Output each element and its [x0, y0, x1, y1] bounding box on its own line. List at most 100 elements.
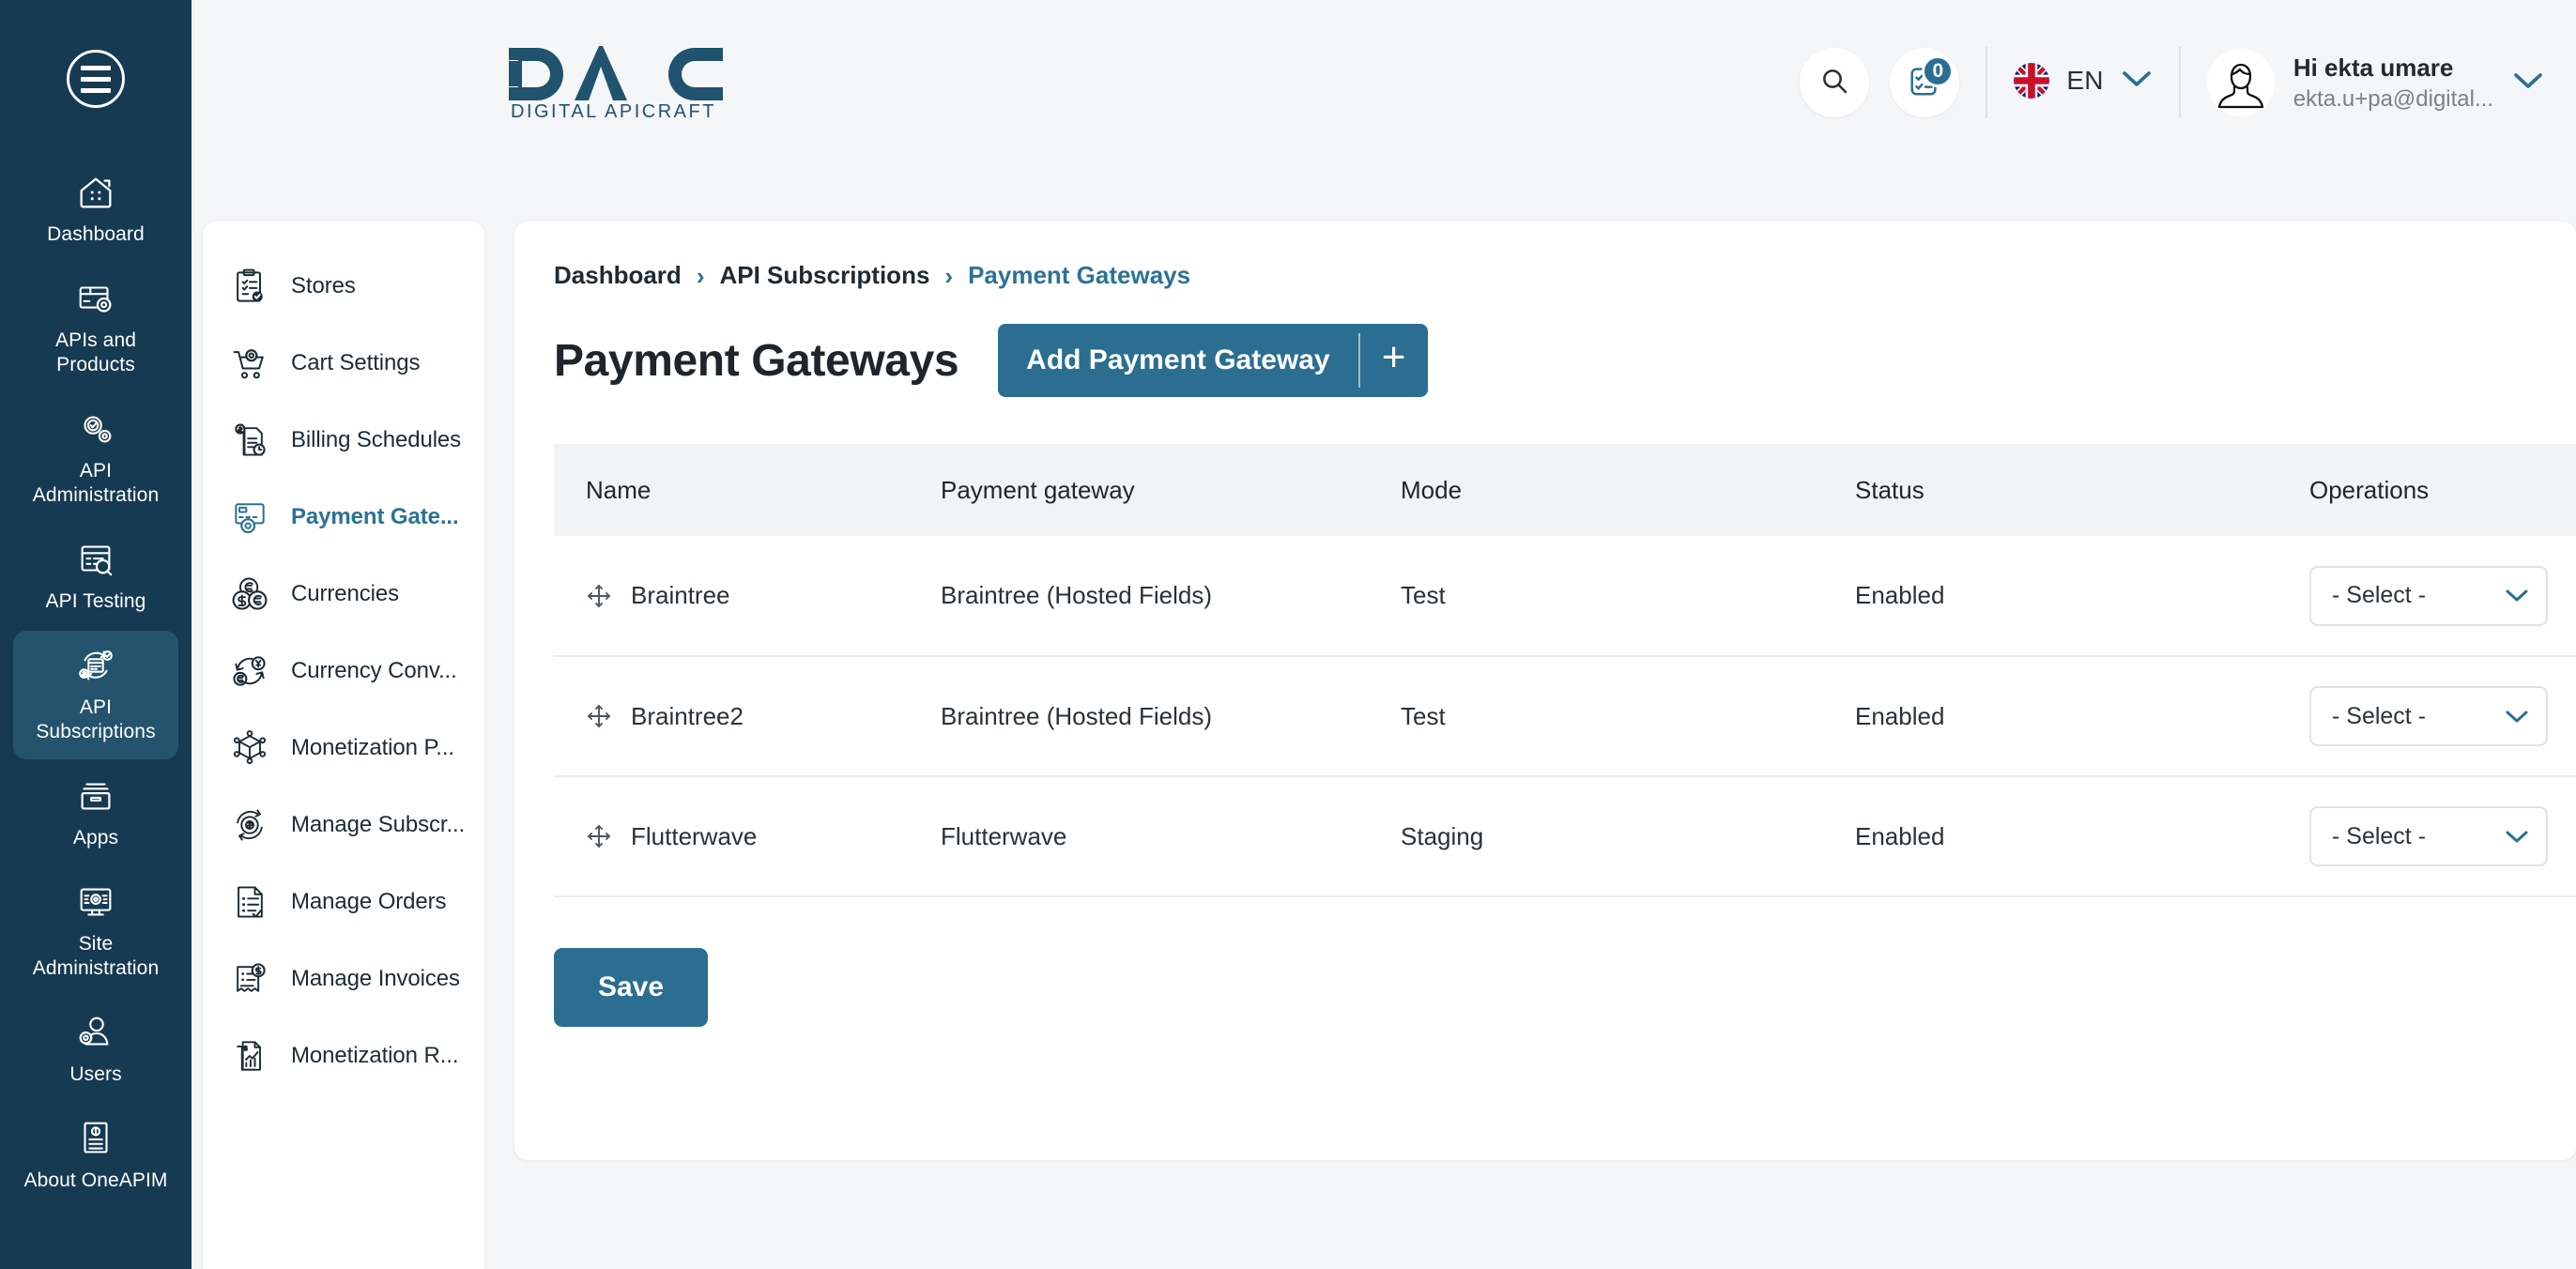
- sidebar-item-currencies[interactable]: Currencies: [203, 556, 484, 633]
- sidebar-item-label: APIs and Products: [54, 329, 137, 375]
- hamburger-bar: [81, 76, 111, 82]
- api-subscriptions-icon: [74, 644, 117, 687]
- breadcrumb: Dashboard › API Subscriptions › Payment …: [554, 261, 2576, 290]
- header-actions: 0 EN Hi ekta umare ekta.u+pa@digital...: [1800, 47, 2544, 118]
- sidebar-item-cart-settings[interactable]: Cart Settings: [203, 325, 484, 402]
- sidebar-item-about-oneapim[interactable]: About OneAPIM: [13, 1104, 178, 1208]
- stores-icon: [229, 266, 270, 307]
- manage-subscriptions-icon: [229, 804, 270, 846]
- header-divider-1: [1986, 47, 1988, 118]
- sidebar-item-label: About OneAPIM: [23, 1170, 168, 1191]
- operations-select-value: - Select -: [2332, 822, 2427, 849]
- breadcrumb-item-api-subscriptions[interactable]: API Subscriptions: [719, 261, 929, 290]
- cell-name: Flutterwave: [554, 776, 941, 897]
- sidebar-item-label: Stores: [291, 273, 356, 298]
- sidebar-item-billing-schedules[interactable]: Billing Schedules: [203, 402, 484, 479]
- cell-operations: - Select -: [2309, 776, 2576, 897]
- sidebar-item-manage-orders[interactable]: Manage Orders: [203, 864, 484, 940]
- secondary-sidebar-wrap: Stores Cart Settings Billing Schedules P…: [192, 0, 484, 1269]
- manage-orders-icon: [229, 881, 270, 923]
- operations-select[interactable]: - Select -: [2309, 565, 2548, 626]
- sidebar-item-api-administration[interactable]: API Administration: [13, 394, 178, 523]
- api-testing-icon: [74, 538, 117, 581]
- site-administration-icon: [74, 880, 117, 924]
- add-payment-gateway-button[interactable]: Add Payment Gateway +: [998, 324, 1428, 397]
- sidebar-item-stores[interactable]: Stores: [203, 248, 484, 325]
- billing-schedules-icon: [229, 420, 270, 461]
- drag-move-icon[interactable]: [586, 823, 612, 849]
- cell-payment-gateway: Braintree (Hosted Fields): [941, 536, 1401, 657]
- currency-conversion-icon: [229, 650, 270, 692]
- brand-logo[interactable]: DIGITAL APICRAFT: [509, 44, 790, 121]
- page-title: Payment Gateways: [554, 335, 959, 386]
- sidebar-item-site-administration[interactable]: Site Administration: [13, 867, 178, 996]
- sidebar-item-monetization-plans[interactable]: Monetization P...: [203, 710, 484, 787]
- gateway-name: Braintree: [631, 581, 730, 609]
- users-icon: [74, 1011, 117, 1054]
- sidebar-item-api-testing[interactable]: API Testing: [13, 525, 178, 629]
- operations-select-value: - Select -: [2332, 702, 2427, 729]
- name-cell: Braintree2: [586, 702, 941, 731]
- sidebar-item-apis-and-products[interactable]: APIs and Products: [13, 264, 178, 392]
- cell-payment-gateway: Flutterwave: [941, 776, 1401, 897]
- sidebar-item-monetization-reports[interactable]: Monetization R...: [203, 1017, 484, 1094]
- sidebar-item-label: Currencies: [291, 581, 400, 606]
- sidebar-item-currency-conversion[interactable]: Currency Conv...: [203, 633, 484, 710]
- app-root: Dashboard APIs and Products API Administ…: [0, 0, 2576, 1269]
- sidebar-item-payment-gateways[interactable]: Payment Gate...: [203, 479, 484, 556]
- sidebar-item-manage-subscriptions[interactable]: Manage Subscr...: [203, 787, 484, 864]
- sidebar-item-dashboard[interactable]: Dashboard: [13, 158, 178, 262]
- column-header-mode: Mode: [1401, 444, 1855, 536]
- sidebar-item-label: Users: [69, 1063, 122, 1085]
- operations-select[interactable]: - Select -: [2309, 686, 2548, 746]
- language-code: EN: [2066, 66, 2104, 95]
- table-row: Flutterwave Flutterwave Staging Enabled …: [554, 776, 2576, 897]
- user-greeting: Hi ekta umare: [2292, 53, 2454, 82]
- notifications-button[interactable]: 0: [1890, 48, 1960, 117]
- right-column: DIGITAL APICRAFT 0 EN Hi ekta umare ekta…: [484, 0, 2576, 1269]
- cell-name: Braintree2: [554, 656, 941, 777]
- chevron-down-icon: [2512, 70, 2544, 96]
- notification-badge: 0: [1922, 55, 1955, 87]
- payment-gateways-table-wrap: Name Payment gateway Mode Status Operati…: [554, 444, 2576, 1027]
- language-selector[interactable]: EN: [2014, 63, 2153, 102]
- table-row: Braintree Braintree (Hosted Fields) Test…: [554, 536, 2576, 657]
- sidebar-item-users[interactable]: Users: [13, 998, 178, 1102]
- sidebar-item-label: Manage Invoices: [291, 966, 460, 991]
- save-button[interactable]: Save: [554, 948, 708, 1027]
- api-administration-icon: [74, 407, 117, 451]
- cell-status: Enabled: [1855, 656, 2309, 777]
- plus-icon[interactable]: +: [1360, 324, 1428, 397]
- gateway-name: Flutterwave: [631, 821, 758, 850]
- about-icon: [74, 1117, 117, 1160]
- user-menu[interactable]: Hi ekta umare ekta.u+pa@digital...: [2206, 49, 2544, 116]
- hamburger-icon[interactable]: [67, 50, 125, 108]
- sidebar-item-api-subscriptions[interactable]: API Subscriptions: [13, 631, 178, 759]
- operations-select[interactable]: - Select -: [2309, 806, 2548, 866]
- cell-payment-gateway: Braintree (Hosted Fields): [941, 656, 1401, 777]
- chevron-right-icon: ›: [696, 261, 705, 290]
- sidebar-item-label: Cart Settings: [291, 350, 421, 375]
- primary-nav-list: Dashboard APIs and Products API Administ…: [0, 158, 192, 1208]
- monetization-plans-icon: [229, 727, 270, 769]
- cell-name: Braintree: [554, 536, 941, 657]
- chevron-down-icon: [2505, 702, 2529, 731]
- apps-icon: [74, 774, 117, 818]
- hamburger-bar: [81, 65, 111, 70]
- gateway-name: Braintree2: [631, 701, 744, 730]
- payment-gateways-card: Dashboard › API Subscriptions › Payment …: [514, 222, 2576, 1160]
- sidebar-item-apps[interactable]: Apps: [13, 761, 178, 865]
- search-button[interactable]: [1800, 48, 1870, 117]
- drag-move-icon[interactable]: [586, 703, 612, 729]
- sidebar-item-manage-invoices[interactable]: Manage Invoices: [203, 940, 484, 1017]
- secondary-sidebar: Stores Cart Settings Billing Schedules P…: [203, 222, 484, 1269]
- uk-flag-icon: [2014, 63, 2050, 99]
- table-header-row: Name Payment gateway Mode Status Operati…: [554, 444, 2576, 536]
- cell-operations: - Select -: [2309, 536, 2576, 657]
- sidebar-item-label: Apps: [72, 827, 119, 849]
- name-cell: Flutterwave: [586, 822, 941, 851]
- breadcrumb-item-dashboard[interactable]: Dashboard: [554, 261, 682, 290]
- cell-mode: Staging: [1401, 776, 1855, 897]
- monetization-reports-icon: [229, 1035, 270, 1077]
- drag-move-icon[interactable]: [586, 583, 612, 609]
